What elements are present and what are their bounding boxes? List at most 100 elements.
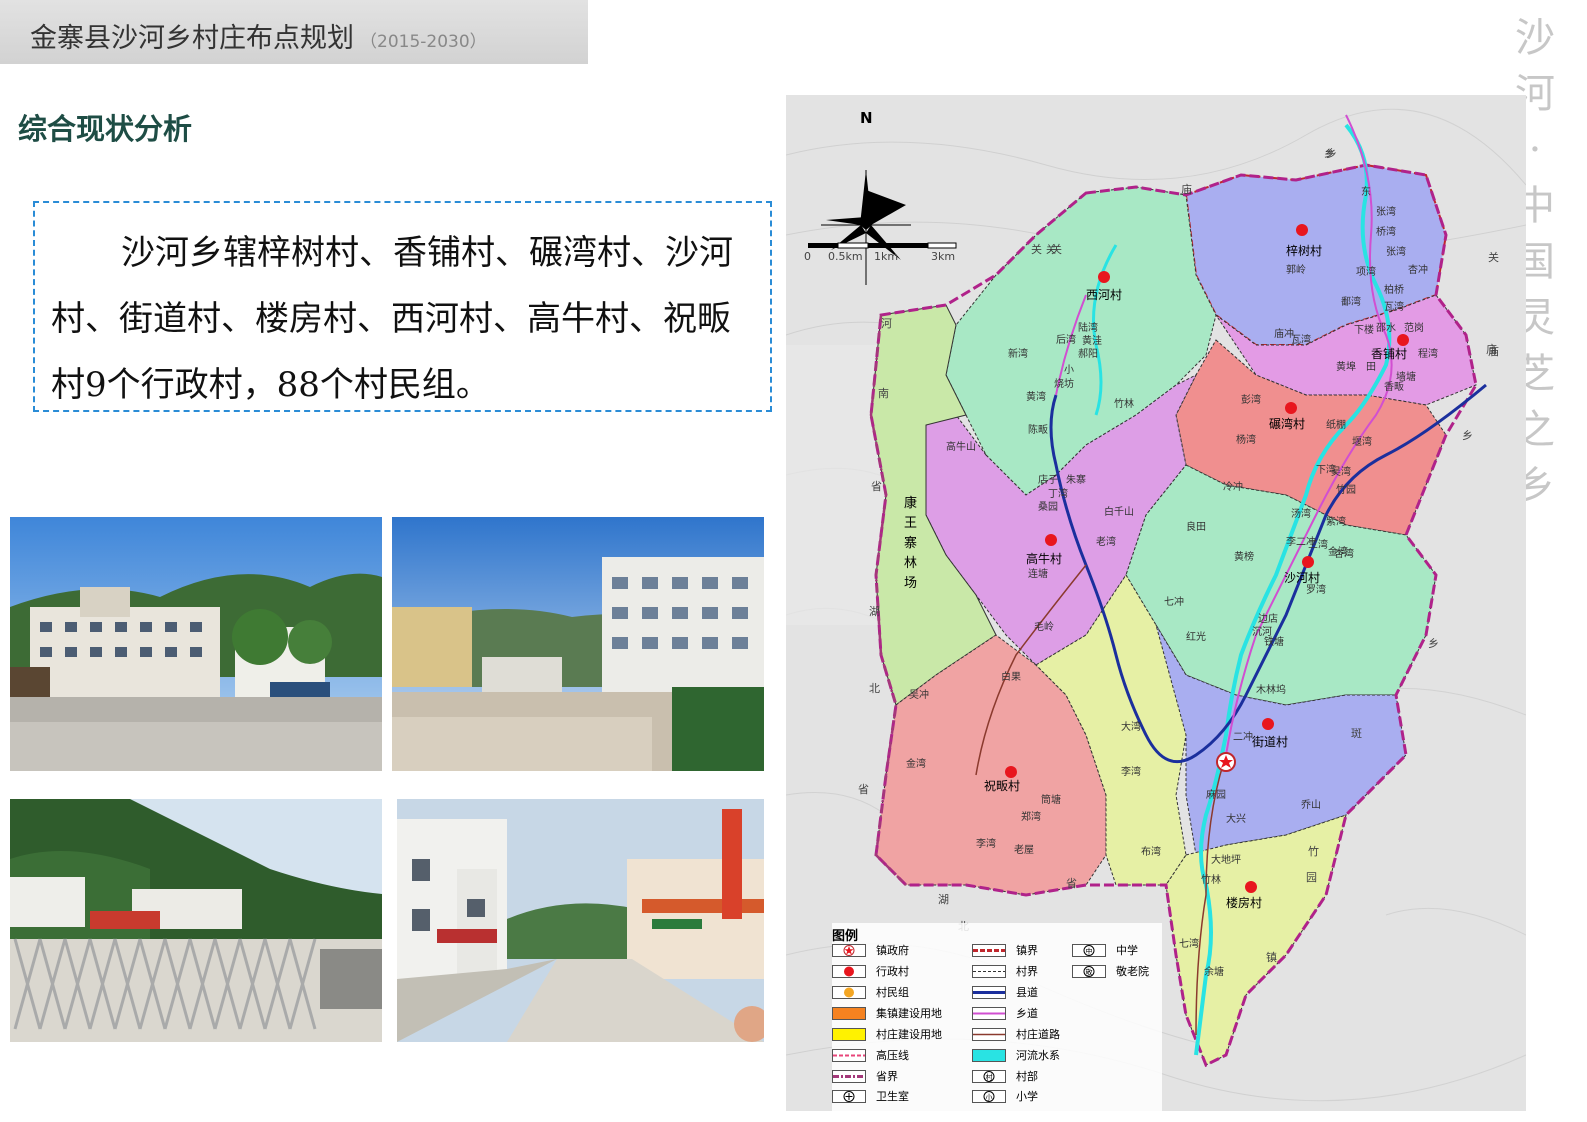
svg-text:李湾: 李湾 <box>1121 765 1141 778</box>
svg-text:关: 关 <box>1051 242 1062 256</box>
svg-text:李湾: 李湾 <box>976 837 996 850</box>
svg-text:毛岭: 毛岭 <box>1034 620 1054 633</box>
village-dot-nianwan <box>1285 402 1297 414</box>
section-title: 综合现状分析 <box>18 112 193 146</box>
svg-text:范岗: 范岗 <box>1404 321 1424 334</box>
svg-text:省: 省 <box>1066 877 1077 890</box>
svg-text:王: 王 <box>904 516 917 531</box>
svg-text:园: 园 <box>1306 871 1317 884</box>
town-government-icon <box>1216 752 1236 772</box>
svg-text:竹: 竹 <box>1308 844 1319 858</box>
north-label: N <box>860 109 873 127</box>
svg-text:竹园: 竹园 <box>1336 483 1356 496</box>
photo-office-courtyard <box>392 517 764 771</box>
cun-circle-icon: 村 <box>972 1070 1006 1083</box>
svg-text:东: 东 <box>1361 185 1371 198</box>
svg-text:大兴: 大兴 <box>1226 812 1246 825</box>
svg-text:红光: 红光 <box>1186 630 1206 643</box>
svg-text:七湾: 七湾 <box>1179 937 1199 950</box>
svg-text:中: 中 <box>1086 947 1093 956</box>
svg-text:大湾: 大湾 <box>1121 720 1141 733</box>
scale-tick-05: 0.5km <box>828 250 863 263</box>
svg-text:康: 康 <box>904 495 917 511</box>
svg-text:桥湾: 桥湾 <box>1376 225 1396 238</box>
photo-government-building <box>10 517 382 771</box>
svg-text:金湾: 金湾 <box>906 757 926 770</box>
svg-text:郝阳: 郝阳 <box>1078 348 1098 360</box>
svg-text:郭岭: 郭岭 <box>1286 263 1306 276</box>
svg-text:下湾: 下湾 <box>1316 463 1336 476</box>
svg-text:瓦湾: 瓦湾 <box>1384 300 1404 313</box>
summary-box: 沙河乡辖梓树村、香铺村、碾湾村、沙河村、街道村、楼房村、西河村、高牛村、祝畈村9… <box>33 201 772 412</box>
village-dot-xihe <box>1098 271 1110 283</box>
svg-text:黄洼: 黄洼 <box>1082 334 1102 347</box>
scale-tick-0: 0 <box>804 250 811 263</box>
svg-text:高牛山: 高牛山 <box>946 440 976 453</box>
svg-text:麻园: 麻园 <box>1206 788 1226 801</box>
red-dot-icon <box>832 965 866 978</box>
svg-text:河: 河 <box>881 317 892 330</box>
svg-text:寨: 寨 <box>904 535 917 551</box>
township-road-swatch <box>972 1007 1006 1020</box>
svg-text:老屋: 老屋 <box>1014 843 1034 856</box>
photo-office-courtyard-graphic <box>392 517 764 771</box>
svg-text:庙: 庙 <box>1486 342 1497 356</box>
forest-farm-label: 康 王 寨 林 场 <box>904 495 917 591</box>
svg-text:场: 场 <box>904 576 917 591</box>
power-line-swatch <box>832 1049 866 1062</box>
page-title: 金寨县沙河乡村庄布点规划 （2015-2030） <box>30 16 487 55</box>
svg-text:金湾: 金湾 <box>1328 545 1348 558</box>
svg-text:林: 林 <box>904 556 917 571</box>
svg-text:张湾: 张湾 <box>1386 245 1406 258</box>
planning-map: N 0 0.5km 1km 3km 西河村 高牛村 祝畈村 梓树村 香铺村 碾湾… <box>786 95 1526 1111</box>
svg-text:新湾: 新湾 <box>1008 347 1028 360</box>
page-title-text: 金寨县沙河乡村庄布点规划 <box>30 23 354 54</box>
svg-text:筒塘: 筒塘 <box>1041 793 1061 806</box>
orange-fill-swatch <box>832 1007 866 1020</box>
title-bar: 金寨县沙河乡村庄布点规划 （2015-2030） <box>0 0 588 64</box>
village-dot-xiangpu <box>1397 334 1409 346</box>
village-label-loufang: 楼房村 <box>1226 895 1262 910</box>
photo-school-gate <box>10 799 382 1042</box>
svg-text:黄埠: 黄埠 <box>1336 360 1356 373</box>
svg-text:黄榜: 黄榜 <box>1234 550 1254 563</box>
svg-text:程湾: 程湾 <box>1418 347 1438 360</box>
svg-text:布湾: 布湾 <box>1141 845 1161 858</box>
svg-text:省: 省 <box>858 783 869 796</box>
svg-text:湖: 湖 <box>869 605 880 618</box>
svg-text:朱寨: 朱寨 <box>1066 473 1086 486</box>
decor-char: 沙 <box>1515 15 1555 61</box>
svg-text:大地坪: 大地坪 <box>1211 853 1241 866</box>
svg-text:省: 省 <box>871 480 882 493</box>
svg-text:铁塘: 铁塘 <box>1264 635 1284 648</box>
svg-text:湖: 湖 <box>938 893 949 906</box>
svg-text:竹林: 竹林 <box>1201 873 1221 886</box>
village-dot-jiedao <box>1262 718 1274 730</box>
svg-text:七冲: 七冲 <box>1164 595 1184 608</box>
svg-text:陈畈: 陈畈 <box>1028 423 1048 436</box>
svg-text:老湾: 老湾 <box>1096 535 1116 548</box>
village-label-nianwan: 碾湾村 <box>1269 416 1305 431</box>
photo-town-street-graphic <box>397 799 764 1042</box>
svg-text:瓦湾: 瓦湾 <box>1291 333 1311 346</box>
svg-text:紫湾: 紫湾 <box>1326 515 1346 528</box>
svg-text:乡: 乡 <box>1326 147 1337 160</box>
village-border-swatch <box>972 965 1006 978</box>
county-road-swatch <box>972 986 1006 999</box>
village-dot-shahe <box>1302 556 1314 568</box>
svg-text:乡: 乡 <box>1428 637 1439 650</box>
cross-circle-icon <box>832 1090 866 1103</box>
scale-tick-1: 1km <box>874 250 898 263</box>
svg-text:彭湾: 彭湾 <box>1241 393 1261 406</box>
svg-text:斑: 斑 <box>1351 727 1362 740</box>
svg-text:良田: 良田 <box>1186 520 1206 533</box>
svg-text:乔山: 乔山 <box>1301 799 1321 811</box>
svg-text:桑园: 桑园 <box>1038 501 1058 513</box>
svg-text:关: 关 <box>1031 242 1042 256</box>
village-dot-gaoniu <box>1045 534 1057 546</box>
svg-text:汤湾: 汤湾 <box>1291 507 1311 520</box>
svg-text:丁湾: 丁湾 <box>1048 487 1068 500</box>
river-swatch <box>972 1049 1006 1062</box>
svg-text:罗湾: 罗湾 <box>1306 583 1326 596</box>
svg-text:冷冲: 冷冲 <box>1223 480 1243 493</box>
